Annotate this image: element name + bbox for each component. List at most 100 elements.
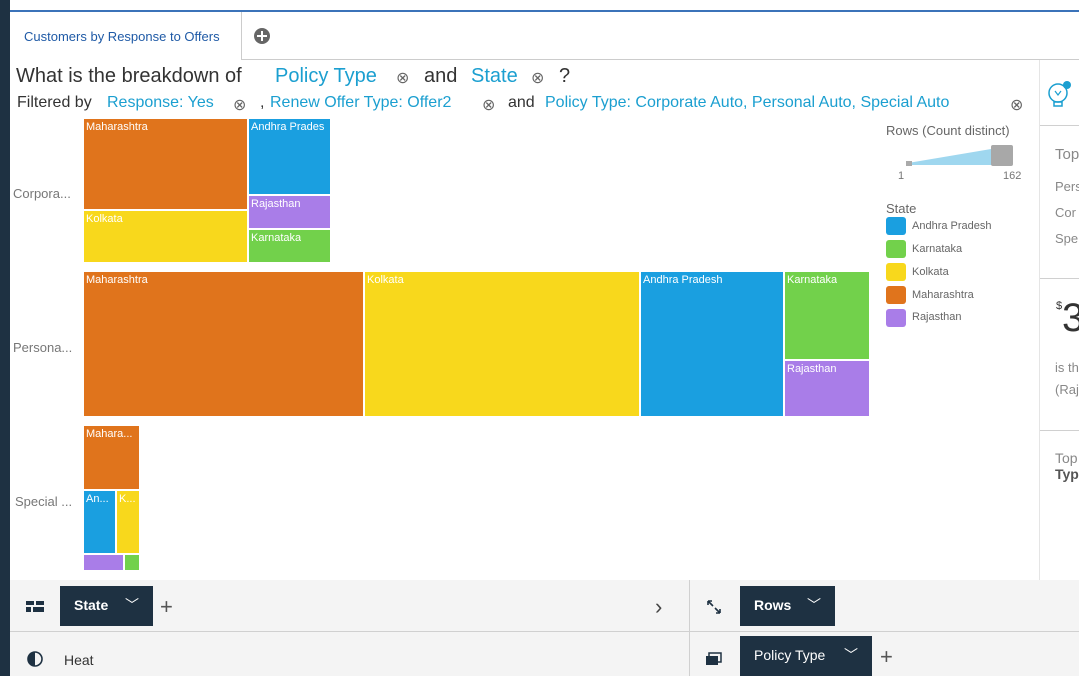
chevron-down-icon: ﹀ xyxy=(125,597,139,613)
remove-state-icon[interactable]: ⊗ xyxy=(531,68,544,88)
legend-label-karnataka: Karnataka xyxy=(912,243,963,255)
row-label-corporate: Corpora... xyxy=(13,186,71,201)
add-field-icon[interactable]: + xyxy=(160,594,173,620)
panel-line-3: Spe xyxy=(1055,231,1079,246)
drop-zone-divider-h xyxy=(10,631,1079,632)
panel-heading-3: Typ xyxy=(1055,466,1079,482)
cell-corporate-maharashtra[interactable]: Maharashtra xyxy=(83,118,248,210)
legend-swatch-andhra[interactable] xyxy=(886,217,906,235)
panel-line-is: is th xyxy=(1055,360,1079,375)
cell-special-kolkata[interactable]: K... xyxy=(116,490,140,554)
slider-min: 1 xyxy=(898,170,905,182)
tab-customers-by-response[interactable]: Customers by Response to Offers xyxy=(10,12,242,59)
lightbulb-icon[interactable] xyxy=(1047,78,1073,110)
cell-label: Karnataka xyxy=(787,274,838,286)
cell-label: K... xyxy=(119,493,136,505)
layers-icon[interactable] xyxy=(705,651,723,667)
question-field-state[interactable]: State xyxy=(471,65,518,88)
chevron-down-icon: ﹀ xyxy=(807,597,821,613)
cell-special-rajasthan[interactable] xyxy=(83,554,124,571)
panel-heading-1: Top xyxy=(1055,146,1079,163)
rows-size-slider[interactable] xyxy=(905,143,1015,169)
remove-filter-renew-icon[interactable]: ⊗ xyxy=(482,95,495,115)
cell-label: Karnataka xyxy=(251,232,302,244)
cell-label: Kolkata xyxy=(86,213,123,225)
treemap-type-icon[interactable] xyxy=(25,598,45,614)
cell-label: Rajasthan xyxy=(787,363,837,375)
policy-type-pill[interactable]: Policy Type ﹀ xyxy=(740,636,872,676)
filter-renew-offer[interactable]: Renew Offer Type: Offer2 xyxy=(270,94,451,112)
legend-swatch-karnataka[interactable] xyxy=(886,240,906,258)
legend-label-andhra: Andhra Pradesh xyxy=(912,220,992,232)
cell-personal-karnataka[interactable]: Karnataka xyxy=(784,271,870,360)
policy-type-pill-label: Policy Type xyxy=(754,647,826,663)
panel-line-2: Cor xyxy=(1055,205,1076,220)
panel-divider-3 xyxy=(1040,430,1079,431)
row-label-personal: Persona... xyxy=(13,340,73,355)
state-legend: Andhra Pradesh Karnataka Kolkata Maharas… xyxy=(886,217,1036,332)
cell-personal-kolkata[interactable]: Kolkata xyxy=(364,271,640,417)
cell-label: An... xyxy=(86,493,109,505)
tab-label: Customers by Response to Offers xyxy=(24,29,220,44)
state-pill-label: State xyxy=(74,597,109,613)
panel-line-raj: (Raj xyxy=(1055,382,1079,397)
cell-personal-andhra[interactable]: Andhra Pradesh xyxy=(640,271,784,417)
cell-corporate-andhra[interactable]: Andhra Prades xyxy=(248,118,331,195)
legend-label-maharashtra: Maharashtra xyxy=(912,289,974,301)
legend-title: State xyxy=(886,201,917,216)
filter-response[interactable]: Response: Yes xyxy=(107,94,214,112)
remove-filter-response-icon[interactable]: ⊗ xyxy=(233,95,246,115)
cell-label: Maharashtra xyxy=(86,274,148,286)
cell-label: Maharashtra xyxy=(86,121,148,133)
cell-special-maharashtra[interactable]: Mahara... xyxy=(83,425,140,490)
remove-filter-policy-icon[interactable]: ⊗ xyxy=(1010,95,1023,115)
panel-line-1: Pers xyxy=(1055,179,1079,194)
cell-label: Kolkata xyxy=(367,274,404,286)
cell-personal-maharashtra[interactable]: Maharashtra xyxy=(83,271,364,417)
panel-big-number: 3 xyxy=(1062,296,1079,340)
rows-pill-label: Rows xyxy=(754,597,792,613)
cell-corporate-rajasthan[interactable]: Rajasthan xyxy=(248,195,331,229)
cell-personal-rajasthan[interactable]: Rajasthan xyxy=(784,360,870,417)
row-label-special: Special ... xyxy=(15,494,73,509)
legend-swatch-kolkata[interactable] xyxy=(886,263,906,281)
left-edge-bar xyxy=(0,0,10,676)
insights-panel: Top Pers Cor Spe $ 3 is th (Raj Top Typ xyxy=(1039,60,1079,580)
cell-label: Mahara... xyxy=(86,428,133,440)
state-pill[interactable]: State ﹀ xyxy=(60,586,153,626)
remove-policy-type-icon[interactable]: ⊗ xyxy=(396,68,409,88)
cell-corporate-kolkata[interactable]: Kolkata xyxy=(83,210,248,263)
tab-strip-divider xyxy=(241,59,1079,60)
cell-label: Andhra Prades xyxy=(251,121,325,133)
chevron-right-icon[interactable]: › xyxy=(655,594,662,620)
question-suffix: ? xyxy=(559,65,571,87)
legend-swatch-rajasthan[interactable] xyxy=(886,309,906,327)
heat-contrast-icon[interactable] xyxy=(26,650,44,668)
question-and: and xyxy=(424,65,458,87)
size-expand-icon[interactable] xyxy=(705,598,723,616)
filter-policy-type[interactable]: Policy Type: Corporate Auto, Personal Au… xyxy=(545,94,949,112)
cell-corporate-karnataka[interactable]: Karnataka xyxy=(248,229,331,263)
cell-special-andhra[interactable]: An... xyxy=(83,490,116,554)
slider-max: 162 xyxy=(1003,170,1022,182)
question-prefix: What is the breakdown of xyxy=(16,65,242,87)
add-tab-icon[interactable] xyxy=(252,26,272,46)
panel-heading-2: Top xyxy=(1055,450,1078,466)
rows-pill[interactable]: Rows ﹀ xyxy=(740,586,835,626)
chevron-down-icon: ﹀ xyxy=(844,647,858,663)
legend-label-kolkata: Kolkata xyxy=(912,266,949,278)
panel-divider-1 xyxy=(1040,125,1079,126)
legend-label-rajasthan: Rajasthan xyxy=(912,311,962,323)
cell-special-karnataka[interactable] xyxy=(124,554,140,571)
filters-sep: , xyxy=(260,94,265,111)
heat-label[interactable]: Heat xyxy=(64,652,94,668)
legend-swatch-maharashtra[interactable] xyxy=(886,286,906,304)
filters-prefix: Filtered by xyxy=(17,94,92,111)
cell-label: Rajasthan xyxy=(251,198,301,210)
add-field-icon[interactable]: + xyxy=(880,644,893,670)
filters-and: and xyxy=(508,94,535,111)
question-field-policy-type[interactable]: Policy Type xyxy=(275,65,377,88)
panel-divider-2 xyxy=(1040,278,1079,279)
slider-title: Rows (Count distinct) xyxy=(886,123,1010,138)
cell-label: Andhra Pradesh xyxy=(643,274,723,286)
